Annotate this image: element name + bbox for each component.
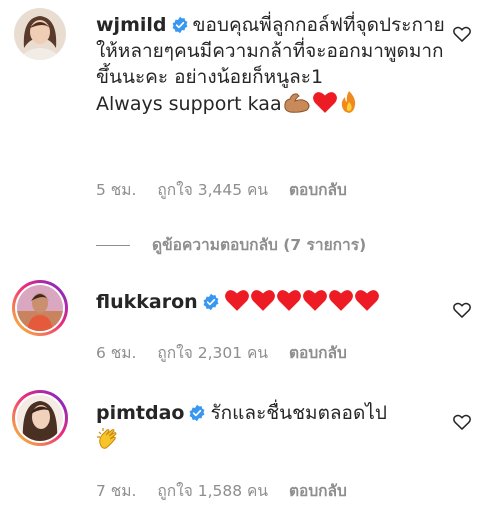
avatar-image — [17, 285, 63, 331]
clapping-hands-emoji — [97, 428, 117, 449]
red-heart-emoji — [354, 290, 379, 311]
comment-meta: 6 ชม. ถูกใจ 2,301 คน ตอบกลับ — [96, 340, 363, 365]
heart-outline-icon[interactable] — [452, 412, 472, 432]
avatar[interactable] — [12, 280, 68, 336]
red-heart-emoji — [276, 290, 301, 311]
username[interactable]: pimtdao — [96, 402, 184, 424]
fire-emoji — [341, 91, 355, 113]
avatar-inner — [15, 283, 65, 333]
red-heart-emoji — [328, 290, 353, 311]
red-heart-emoji — [250, 290, 275, 311]
heart-outline-icon[interactable] — [452, 24, 472, 44]
avatar[interactable] — [12, 390, 68, 446]
like-count[interactable]: ถูกใจ 3,445 คน — [157, 181, 268, 199]
red-heart-emoji — [312, 92, 337, 113]
avatar-inner — [15, 393, 65, 443]
verified-badge-icon — [190, 404, 205, 422]
red-heart-emoji — [224, 290, 249, 311]
comment-meta: 5 ชม. ถูกใจ 3,445 คน ตอบกลับ — [96, 177, 363, 202]
comment-time: 5 ชม. — [96, 181, 137, 199]
heart-outline-icon[interactable] — [452, 300, 472, 320]
comment-body: wjmild ขอบคุณพี่ลูกกอล์ฟที่จุดประกายให้หล… — [96, 12, 452, 117]
username[interactable]: wjmild — [96, 14, 167, 36]
reply-button[interactable]: ตอบกลับ — [289, 181, 347, 199]
avatar[interactable] — [14, 8, 66, 60]
divider — [96, 245, 130, 246]
comment-time: 7 ชม. — [96, 482, 137, 500]
comment-pimtdao: pimtdao รักและชื่นชมตลอดไป 7 ชม. ถูกใจ 1,… — [0, 388, 500, 508]
comment-body: flukkaron — [96, 288, 452, 315]
avatar-image — [17, 395, 63, 441]
comment-text-line2: Always support kaa — [96, 93, 282, 115]
view-replies-button[interactable]: ดูข้อความตอบกลับ (7 รายการ) — [96, 232, 366, 257]
reply-button[interactable]: ตอบกลับ — [289, 482, 347, 500]
comment-text: รักและชื่นชมตลอดไป — [210, 402, 387, 424]
reply-button[interactable]: ตอบกลับ — [289, 344, 347, 362]
comment-meta: 7 ชม. ถูกใจ 1,588 คน ตอบกลับ — [96, 478, 363, 503]
view-replies-label[interactable]: ดูข้อความตอบกลับ (7 รายการ) — [152, 236, 366, 254]
like-count[interactable]: ถูกใจ 1,588 คน — [157, 482, 268, 500]
verified-badge-icon — [203, 293, 219, 311]
flexed-biceps-emoji — [283, 93, 310, 113]
like-count[interactable]: ถูกใจ 2,301 คน — [157, 344, 268, 362]
username[interactable]: flukkaron — [96, 291, 198, 313]
comment-time: 6 ชม. — [96, 344, 137, 362]
comment-wjmild: wjmild ขอบคุณพี่ลูกกอล์ฟที่จุดประกายให้หล… — [0, 0, 500, 240]
verified-badge-icon — [172, 16, 187, 34]
red-heart-emoji — [302, 290, 327, 311]
comment-body: pimtdao รักและชื่นชมตลอดไป — [96, 400, 452, 455]
comment-flukkaron: flukkaron 6 ชม. ถูกใจ 2,301 คน ตอบกลับ — [0, 274, 500, 364]
